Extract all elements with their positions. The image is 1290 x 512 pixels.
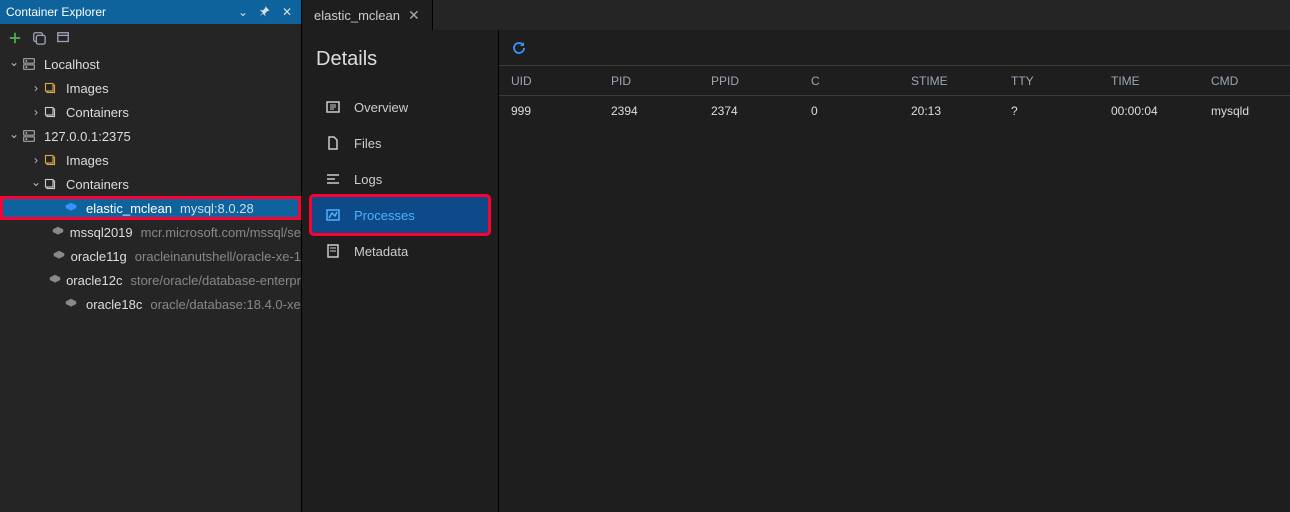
chevron-down-icon[interactable]: ⌄ [235,4,251,20]
tree-sublabel: mysql:8.0.28 [180,201,254,216]
table-header: UID PID PPID C STIME TTY TIME CMD [499,66,1290,96]
th-cmd[interactable]: CMD [1211,74,1278,88]
tree-label: elastic_mclean [86,201,172,216]
container-stopped-icon [48,273,62,287]
tree-label: oracle11g [71,249,127,264]
editor-tab[interactable]: elastic_mclean ✕ [302,0,433,30]
nav-label: Files [354,136,381,151]
tree-label: 127.0.0.1:2375 [44,129,131,144]
server-icon [22,57,40,71]
th-time[interactable]: TIME [1111,74,1211,88]
images-icon [44,82,62,94]
chevron-down-icon[interactable] [28,177,44,191]
container-running-icon [64,201,82,215]
tree-containers[interactable]: Containers [0,100,301,124]
tree-images[interactable]: Images [0,148,301,172]
tree-label: Containers [66,105,129,120]
container-row[interactable]: oracle11g oracleinanutshell/oracle-xe-1 [0,244,301,268]
refresh-all-icon[interactable] [32,31,46,45]
tree-label: mssql2019 [70,225,133,240]
nav-metadata[interactable]: Metadata [312,233,488,269]
tree-images[interactable]: Images [0,76,301,100]
nav-label: Processes [354,208,415,223]
logs-icon [324,171,342,187]
container-row[interactable]: oracle18c oracle/database:18.4.0-xe [0,292,301,316]
th-c[interactable]: C [811,74,911,88]
cell-time: 00:00:04 [1111,104,1211,118]
container-stopped-icon [52,249,67,263]
details-title: Details [312,48,488,71]
add-icon[interactable] [8,31,22,45]
tree-label: Localhost [44,57,100,72]
tree-label: oracle18c [86,297,142,312]
overview-icon [324,99,342,115]
cell-stime: 20:13 [911,104,1011,118]
chevron-down-icon[interactable] [6,129,22,143]
container-stopped-icon [51,225,65,239]
container-explorer-panel: Container Explorer ⌄ ✕ [0,0,302,512]
nav-files[interactable]: Files [312,125,488,161]
chevron-down-icon[interactable] [6,57,22,71]
details-nav: Details Overview Files [302,30,499,512]
tree-sublabel: oracleinanutshell/oracle-xe-1 [135,249,301,264]
panel-titlebar: Container Explorer ⌄ ✕ [0,0,301,24]
images-icon [44,154,62,166]
tree-containers[interactable]: Containers [0,172,301,196]
panel-title: Container Explorer [6,5,235,19]
metadata-icon [324,243,342,259]
tree-label: Images [66,153,109,168]
tree-label: Containers [66,177,129,192]
nav-logs[interactable]: Logs [312,161,488,197]
tree-sublabel: store/oracle/database-enterpr [130,273,301,288]
cell-ppid: 2374 [711,104,811,118]
th-uid[interactable]: UID [511,74,611,88]
tree-label: oracle12c [66,273,122,288]
container-row[interactable]: mssql2019 mcr.microsoft.com/mssql/se [0,220,301,244]
th-pid[interactable]: PID [611,74,711,88]
close-icon[interactable]: ✕ [279,4,295,20]
nav-label: Overview [354,100,408,115]
nav-overview[interactable]: Overview [312,89,488,125]
container-tree[interactable]: Localhost Images Containers [0,52,301,512]
chevron-right-icon[interactable] [28,105,44,119]
nav-label: Metadata [354,244,408,259]
refresh-icon[interactable] [511,40,527,56]
editor-area: elastic_mclean ✕ Details Overview F [302,0,1290,512]
processes-icon [324,207,342,223]
panel-toolbar [0,24,301,52]
chevron-right-icon[interactable] [28,81,44,95]
nav-label: Logs [354,172,382,187]
tree-sublabel: mcr.microsoft.com/mssql/se [141,225,301,240]
containers-icon [44,178,62,190]
nav-processes[interactable]: Processes [312,197,488,233]
tab-title: elastic_mclean [314,8,400,23]
containers-icon [44,106,62,118]
container-row[interactable]: oracle12c store/oracle/database-enterpr [0,268,301,292]
tree-host-localhost[interactable]: Localhost [0,52,301,76]
container-row-elastic-mclean[interactable]: elastic_mclean mysql:8.0.28 [0,196,301,220]
cell-c: 0 [811,104,911,118]
files-icon [324,135,342,151]
th-stime[interactable]: STIME [911,74,1011,88]
container-stopped-icon [64,297,82,311]
cell-uid: 999 [511,104,611,118]
th-tty[interactable]: TTY [1011,74,1111,88]
process-table: UID PID PPID C STIME TTY TIME CMD 999 23… [499,66,1290,126]
close-icon[interactable]: ✕ [408,7,420,24]
table-row[interactable]: 999 2394 2374 0 20:13 ? 00:00:04 mysqld [499,96,1290,126]
tree-host-remote[interactable]: 127.0.0.1:2375 [0,124,301,148]
tree-label: Images [66,81,109,96]
tree-sublabel: oracle/database:18.4.0-xe [150,297,300,312]
th-ppid[interactable]: PPID [711,74,811,88]
cell-tty: ? [1011,104,1111,118]
cell-cmd: mysqld [1211,104,1278,118]
cell-pid: 2394 [611,104,711,118]
editor-tabs: elastic_mclean ✕ [302,0,1290,30]
pin-icon[interactable] [257,4,273,20]
chevron-right-icon[interactable] [28,153,44,167]
windows-icon[interactable] [56,31,70,45]
server-icon [22,129,40,143]
processes-pane: UID PID PPID C STIME TTY TIME CMD 999 23… [499,30,1290,512]
